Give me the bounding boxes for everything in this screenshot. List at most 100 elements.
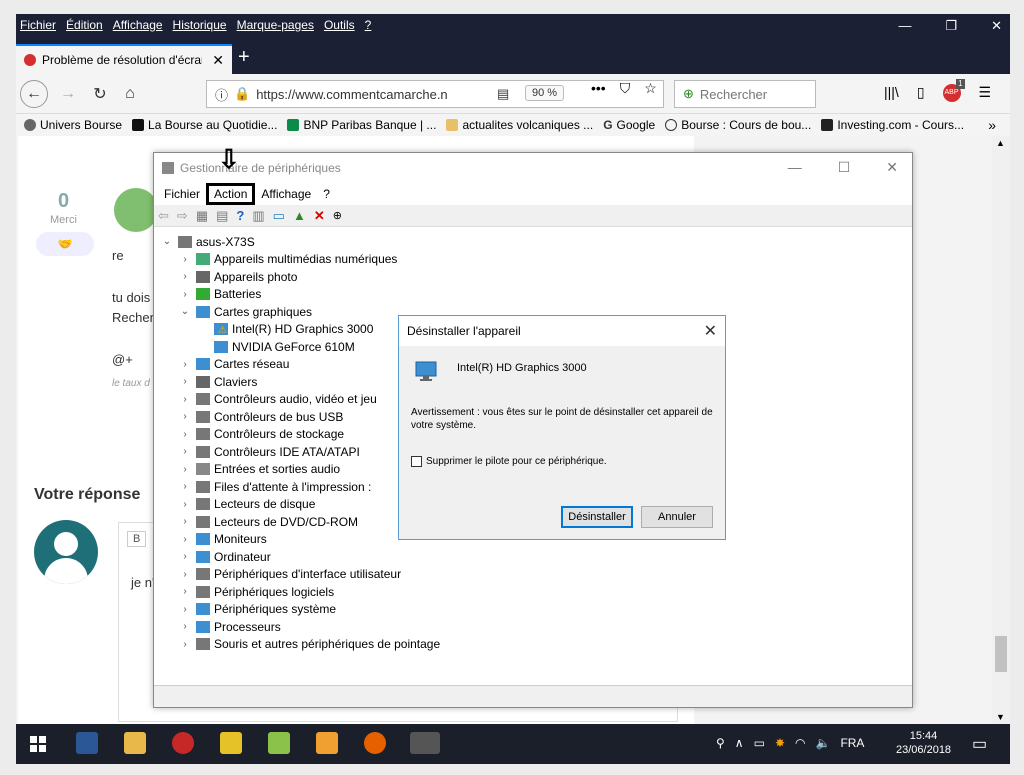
chevron-right-icon[interactable]: › <box>178 394 192 405</box>
page-scrollbar[interactable]: ▲ ▼ <box>992 136 1010 724</box>
menu-action[interactable]: Action <box>206 183 256 205</box>
console-tree-icon[interactable]: ▥ <box>252 208 264 224</box>
adblock-icon[interactable]: ABP 1 <box>942 79 965 102</box>
chevron-right-icon[interactable]: › <box>178 516 192 527</box>
tree-category[interactable]: › Périphériques logiciels <box>178 583 334 600</box>
windows-start-icon[interactable] <box>30 736 46 752</box>
tree-category[interactable]: › Contrôleurs de bus USB <box>178 408 343 425</box>
forward-icon[interactable]: → <box>54 80 82 108</box>
outlook-icon[interactable] <box>316 732 338 754</box>
tree-category[interactable]: › Ordinateur <box>178 548 270 565</box>
more-icon[interactable]: ••• <box>591 80 606 97</box>
restore-icon[interactable]: ❐ <box>945 18 957 34</box>
volume-icon[interactable]: 🔈 <box>815 736 830 750</box>
firefox-icon[interactable] <box>364 732 386 754</box>
photos-app-icon[interactable] <box>268 732 290 754</box>
properties-icon[interactable]: ▤ <box>216 208 228 224</box>
back-icon[interactable]: ← <box>20 80 48 108</box>
tree-category[interactable]: › Contrôleurs audio, vidéo et jeu <box>178 391 376 408</box>
back-icon[interactable]: ⇦ <box>158 208 169 224</box>
tree-category[interactable]: › Moniteurs <box>178 531 266 548</box>
uninstall-button[interactable]: Désinstaller <box>561 506 633 528</box>
checkbox-box[interactable] <box>411 456 422 467</box>
word-icon[interactable] <box>76 732 98 754</box>
flame-app-icon[interactable] <box>172 732 194 754</box>
tree-device[interactable]: ⚠ Intel(R) HD Graphics 3000 <box>214 321 373 338</box>
tree-category[interactable]: › Files d'attente à l'impression : <box>178 478 371 495</box>
tree-category[interactable]: › Périphériques d'interface utilisateur <box>178 566 401 583</box>
zoom-level[interactable]: 90 % <box>525 85 565 101</box>
wifi-icon[interactable]: ◠ <box>795 736 805 750</box>
tree-category[interactable]: › Processeurs <box>178 618 280 635</box>
tree-category[interactable]: › Appareils photo <box>178 268 297 285</box>
chevron-right-icon[interactable]: › <box>178 254 192 265</box>
bookmark-univers-bourse[interactable]: Univers Bourse <box>24 118 122 132</box>
chevron-right-icon[interactable]: › <box>178 429 192 440</box>
forward-icon[interactable]: ⇨ <box>177 208 188 224</box>
menu-marque-pages[interactable]: Marque-pages <box>237 18 314 32</box>
menu-fichier[interactable]: Fichier <box>158 185 206 203</box>
chevron-right-icon[interactable]: › <box>178 639 192 650</box>
dialog-close-icon[interactable]: ✕ <box>704 321 717 341</box>
chevron-right-icon[interactable]: › <box>178 604 192 615</box>
bookmark-bnp[interactable]: BNP Paribas Banque | ... <box>287 118 436 132</box>
bookmark-bourse-cours[interactable]: Bourse : Cours de bou... <box>665 118 811 132</box>
device-manager-taskbar-icon[interactable] <box>410 732 440 754</box>
menu-edition[interactable]: Édition <box>66 18 103 32</box>
bold-button[interactable]: B <box>127 531 147 547</box>
bookmark-volcans[interactable]: actualites volcaniques ... <box>446 118 593 132</box>
close-icon[interactable]: ✕ <box>991 18 1002 34</box>
bookmark-google[interactable]: G Google <box>603 118 655 132</box>
notifications-icon[interactable]: ▭ <box>972 734 987 754</box>
tab-active[interactable]: Problème de résolution d'écran ✕ <box>16 44 232 74</box>
tree-category[interactable]: › Entrées et sorties audio <box>178 461 340 478</box>
maximize-icon[interactable]: ☐ <box>838 159 851 176</box>
chevron-right-icon[interactable]: › <box>178 446 192 457</box>
minimize-icon[interactable]: — <box>788 159 802 176</box>
tree-category[interactable]: › Contrôleurs IDE ATA/ATAPI <box>178 443 360 460</box>
chevron-right-icon[interactable]: › <box>178 376 192 387</box>
chevron-right-icon[interactable]: › <box>178 271 192 282</box>
menu-help[interactable]: ? <box>317 185 336 203</box>
file-explorer-icon[interactable] <box>124 732 146 754</box>
scroll-thumb[interactable] <box>995 636 1007 672</box>
sidebar-icon[interactable]: ▯ <box>917 84 925 102</box>
bookmark-star-icon[interactable]: ☆ <box>644 80 657 97</box>
search-input[interactable]: ⊕ Rechercher <box>674 80 816 108</box>
minimize-icon[interactable]: — <box>898 18 911 34</box>
menu-fichier[interactable]: Fichier <box>20 18 56 32</box>
tree-category[interactable]: › Lecteurs de disque <box>178 496 315 513</box>
battery-icon[interactable]: ▭ <box>754 736 765 750</box>
delete-driver-checkbox[interactable]: Supprimer le pilote pour ce périphérique… <box>411 456 607 467</box>
tree-category[interactable]: › Périphériques système <box>178 601 336 618</box>
info-icon[interactable]: ⓘ <box>215 85 228 104</box>
chevron-down-icon[interactable]: ⌄ <box>160 236 174 247</box>
tab-close-icon[interactable]: ✕ <box>212 52 224 69</box>
update-driver-icon[interactable]: ▲ <box>293 208 306 223</box>
tree-category[interactable]: › Claviers <box>178 373 257 390</box>
bookmark-bourse-quotidien[interactable]: La Bourse au Quotidie... <box>132 118 277 132</box>
tree-category[interactable]: › Souris et autres périphériques de point… <box>178 636 440 653</box>
chevron-right-icon[interactable]: › <box>178 551 192 562</box>
help-icon[interactable]: ? <box>236 208 244 223</box>
chevron-down-icon[interactable]: ⌄ <box>178 306 192 317</box>
chevron-right-icon[interactable]: › <box>178 359 192 370</box>
language-indicator[interactable]: FRA <box>840 736 864 750</box>
menu-help[interactable]: ? <box>365 18 372 32</box>
menu-affichage[interactable]: Affichage <box>255 185 317 203</box>
chevron-right-icon[interactable]: › <box>178 621 192 632</box>
tree-root[interactable]: ⌄ asus-X73S <box>160 233 255 250</box>
tree-category[interactable]: › Contrôleurs de stockage <box>178 426 344 443</box>
bookmark-investing[interactable]: Investing.com - Cours... <box>821 118 964 132</box>
scroll-up-icon[interactable]: ▲ <box>996 138 1005 148</box>
chevron-right-icon[interactable]: › <box>178 586 192 597</box>
chevron-right-icon[interactable]: › <box>178 411 192 422</box>
chevron-right-icon[interactable]: › <box>178 289 192 300</box>
pocket-icon[interactable]: ⛉ <box>620 80 631 97</box>
people-icon[interactable]: ⚲ <box>716 736 725 750</box>
menu-outils[interactable]: Outils <box>324 18 355 32</box>
new-tab-icon[interactable]: + <box>238 46 250 69</box>
home-icon[interactable]: ⌂ <box>116 80 144 108</box>
chevron-right-icon[interactable]: › <box>178 481 192 492</box>
chevron-right-icon[interactable]: › <box>178 534 192 545</box>
